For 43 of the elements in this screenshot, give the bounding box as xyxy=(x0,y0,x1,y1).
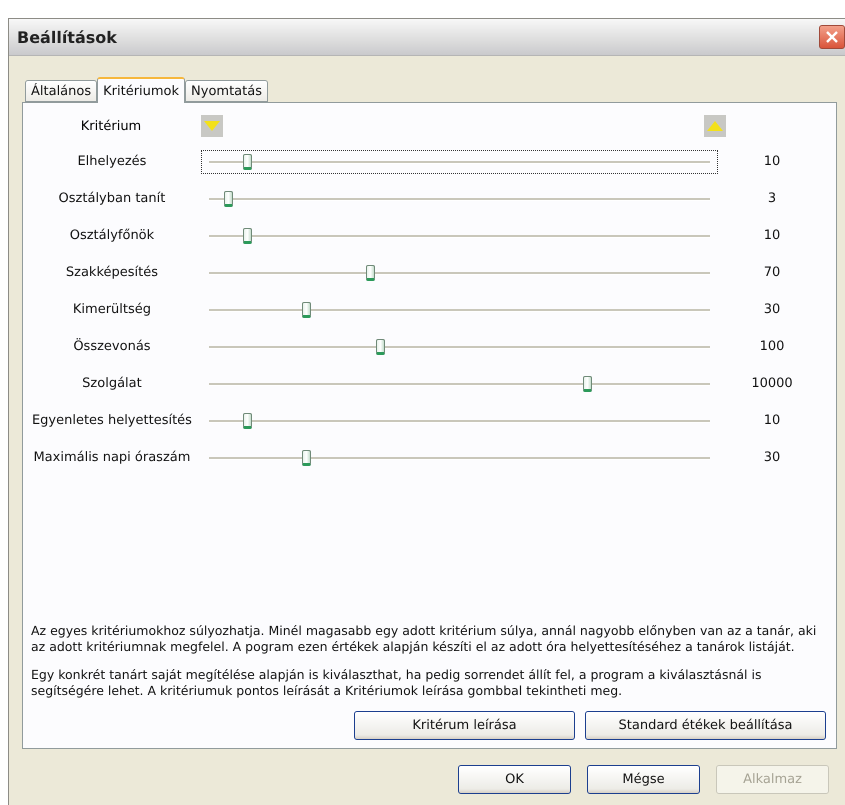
slider-value: 10 xyxy=(762,413,782,428)
slider-thumb[interactable] xyxy=(582,376,592,392)
slider-thumb[interactable] xyxy=(376,338,386,354)
slider-thumb[interactable] xyxy=(243,228,252,244)
slider-thumb[interactable] xyxy=(243,154,252,170)
window-title: Beállítások xyxy=(17,28,117,46)
dialog-button[interactable]: Mégse xyxy=(587,765,700,794)
tab[interactable]: Nyomtatás xyxy=(185,80,268,102)
slider-value: 30 xyxy=(762,302,782,317)
criterion-label: Osztályfőnök xyxy=(68,228,156,243)
criterion-label: Összevonás xyxy=(72,339,152,354)
slider-thumb[interactable] xyxy=(243,412,252,428)
description-text: Egy konkrét tanárt saját megítélése alapján is kiválaszthat, ha pedig sorrendet állít fel, a program a kiválasztásnál is segítségére lehet. A kritériumuk pontos leírását a Kritériumok leírása gombbal tekintheti meg. xyxy=(31,667,762,699)
slider-value: 3 xyxy=(766,191,778,206)
slider-thumb[interactable] xyxy=(302,450,312,466)
slider-value: 10 xyxy=(762,228,782,243)
criterion-label: Elhelyezés xyxy=(76,154,148,169)
criterion-label: Maximális napi óraszám xyxy=(32,450,192,465)
close-button[interactable] xyxy=(819,25,845,49)
slider-value: 100 xyxy=(758,339,786,354)
close-icon xyxy=(825,30,839,44)
panel-button[interactable]: Standard étékek beállítása xyxy=(585,711,826,740)
criterion-label: Kimerültség xyxy=(72,302,152,317)
slider-value: 10 xyxy=(762,154,782,169)
description-text: Az egyes kritériumokhoz súlyozhatja. Minél magasabb egy adott kritérium súlya, annál nagyobb előnyben van az a tanár, aki az adott kritériumnak megfelel. A pogram ezen értékek alapján készíti el az adott óra helyettesítéséhez a tanárok listáját. xyxy=(31,623,818,655)
slider[interactable] xyxy=(200,150,718,174)
panel-button[interactable]: Kritérum leírása xyxy=(354,711,575,740)
slider-thumb[interactable] xyxy=(366,264,376,280)
slider-value: 30 xyxy=(762,450,782,465)
column-label: Kritérium xyxy=(80,118,142,134)
slider-thumb[interactable] xyxy=(224,190,233,206)
slider-value: 10000 xyxy=(750,376,794,391)
dialog-button[interactable]: OK xyxy=(458,765,571,794)
triangle-down-icon xyxy=(204,121,220,131)
triangle-up-icon xyxy=(707,121,723,131)
slider-value: 70 xyxy=(762,265,782,280)
tab[interactable]: Általános xyxy=(25,80,98,102)
criterion-label: Szakképesítés xyxy=(64,265,160,280)
slider-thumb[interactable] xyxy=(302,302,312,318)
criterion-label: Szolgálat xyxy=(81,376,143,391)
criterion-label: Egyenletes helyettesítés xyxy=(31,413,193,428)
criterion-label: Osztályban tanít xyxy=(58,191,166,206)
tab[interactable]: Kritériumok xyxy=(97,77,186,103)
